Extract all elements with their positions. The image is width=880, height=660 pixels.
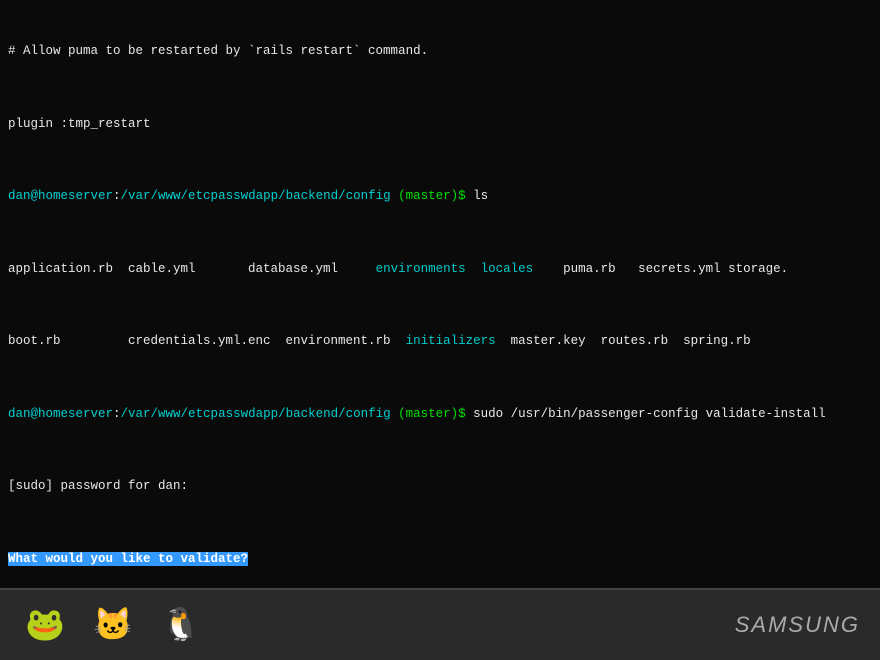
line-8-highlight: What would you like to validate? xyxy=(8,550,872,568)
monitor-frame: # Allow puma to be restarted by `rails r… xyxy=(0,0,880,660)
samsung-brand: SAMSUNG xyxy=(735,612,860,638)
line-2: plugin :tmp_restart xyxy=(8,115,872,133)
line-5-ls: boot.rb credentials.yml.enc environment.… xyxy=(8,332,872,350)
frog-icon[interactable]: 🐸 xyxy=(20,600,70,650)
line-4-ls: application.rb cable.yml database.yml en… xyxy=(8,260,872,278)
line-3: dan@homeserver:/var/www/etcpasswdapp/bac… xyxy=(8,187,872,205)
taskbar: 🐸 🐱 🐧 SAMSUNG xyxy=(0,588,880,660)
line-7: [sudo] password for dan: xyxy=(8,477,872,495)
penguin-icon[interactable]: 🐧 xyxy=(156,600,206,650)
cat-icon[interactable]: 🐱 xyxy=(88,600,138,650)
line-6-prompt: dan@homeserver:/var/www/etcpasswdapp/bac… xyxy=(8,405,872,423)
terminal-content: # Allow puma to be restarted by `rails r… xyxy=(8,6,872,588)
terminal-area[interactable]: # Allow puma to be restarted by `rails r… xyxy=(0,0,880,588)
line-1: # Allow puma to be restarted by `rails r… xyxy=(8,42,872,60)
